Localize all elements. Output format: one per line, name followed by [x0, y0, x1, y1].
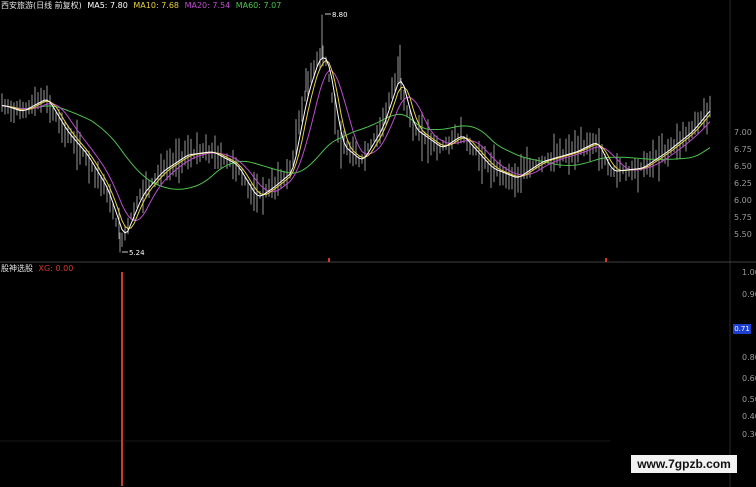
indicator-axis-label: 0.90: [742, 290, 756, 299]
candlestick-series: [1, 14, 711, 253]
stock-chart[interactable]: 8.80 5.24: [0, 0, 756, 487]
price-axis-label: 6.25: [734, 179, 752, 188]
xg-signal-bar: [121, 272, 123, 486]
ma10-legend: MA10: 7.68: [133, 1, 180, 10]
high-label: 8.80: [332, 11, 348, 19]
indicator-axis-label: 0.30: [742, 430, 756, 439]
price-axis-label: 5.75: [734, 213, 752, 222]
indicator-axis-label: 0.50: [742, 395, 756, 404]
watermark: www.7gpzb.com: [631, 455, 737, 473]
ma60-legend: MA60: 7.07: [235, 1, 282, 10]
ma5-legend: MA5: 7.80: [87, 1, 128, 10]
indicator-axis-label: 0.40: [742, 412, 756, 421]
indicator-value: XG: 0.00: [38, 264, 74, 273]
price-axis-label: 7.00: [734, 128, 752, 137]
signal-tick: [605, 258, 607, 262]
indicator-axis-label: 0.80: [742, 353, 756, 362]
price-axis-label: 6.75: [734, 145, 752, 154]
low-label: 5.24: [129, 249, 145, 257]
ma20-legend: MA20: 7.54: [184, 1, 231, 10]
main-chart-title: 西安旅游(日线 前复权): [1, 1, 82, 10]
main-legend: 西安旅游(日线 前复权) MA5: 7.80 MA10: 7.68 MA20: …: [1, 1, 284, 11]
indicator-axis-label: 1.00: [742, 268, 756, 277]
indicator-cursor-marker: 0.71: [733, 324, 751, 334]
sub-legend: 股神选股 XG: 0.00: [1, 264, 76, 274]
xg-signal-series: [121, 272, 123, 486]
signal-tick: [328, 258, 330, 262]
indicator-title: 股神选股: [1, 264, 33, 273]
indicator-axis-label: 0.60: [742, 374, 756, 383]
price-axis-label: 6.50: [734, 162, 752, 171]
price-axis-label: 6.00: [734, 196, 752, 205]
price-axis-label: 5.50: [734, 230, 752, 239]
